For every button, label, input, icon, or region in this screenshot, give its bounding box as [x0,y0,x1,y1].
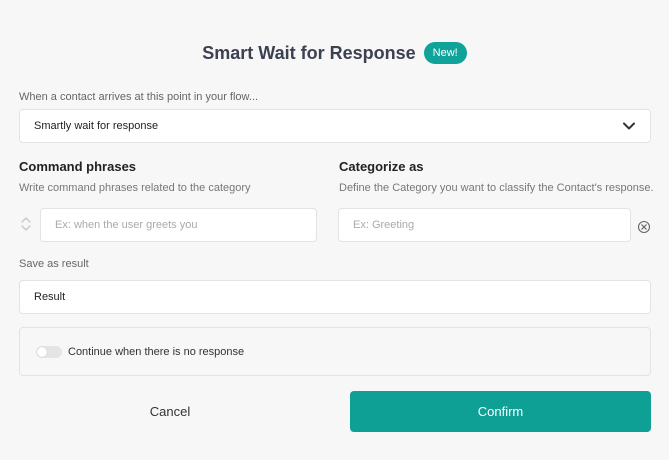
no-response-panel: Continue when there is no response [19,327,651,376]
no-response-toggle[interactable] [36,345,62,358]
toggle-knob [37,346,47,357]
wait-mode-select[interactable]: Smartly wait for response [19,109,651,143]
chevron-down-icon [623,122,635,130]
command-phrases-heading: Command phrases [19,159,137,174]
categorize-hint: Define the Category you want to classify… [339,182,654,194]
save-result-input[interactable] [20,281,650,313]
confirm-button[interactable]: Confirm [350,391,651,432]
no-response-label: Continue when there is no response [68,345,245,358]
command-phrases-hint: Write command phrases related to the cat… [19,182,251,194]
command-phrase-input[interactable] [41,209,316,241]
remove-circle-icon[interactable] [637,220,651,234]
category-input[interactable] [339,209,630,241]
command-phrase-box [40,208,317,242]
trigger-label: When a contact arrives at this point in … [19,91,259,103]
category-box [338,208,631,242]
modal-header: Smart Wait for Response New! [0,40,669,66]
cancel-button[interactable]: Cancel [100,392,240,430]
save-result-label: Save as result [19,258,89,270]
wait-mode-value: Smartly wait for response [34,120,159,132]
modal-title: Smart Wait for Response [202,42,416,63]
drag-handle-icon[interactable] [19,216,33,232]
new-badge: New! [423,42,467,64]
save-result-box [19,280,651,314]
categorize-heading: Categorize as [339,159,424,174]
